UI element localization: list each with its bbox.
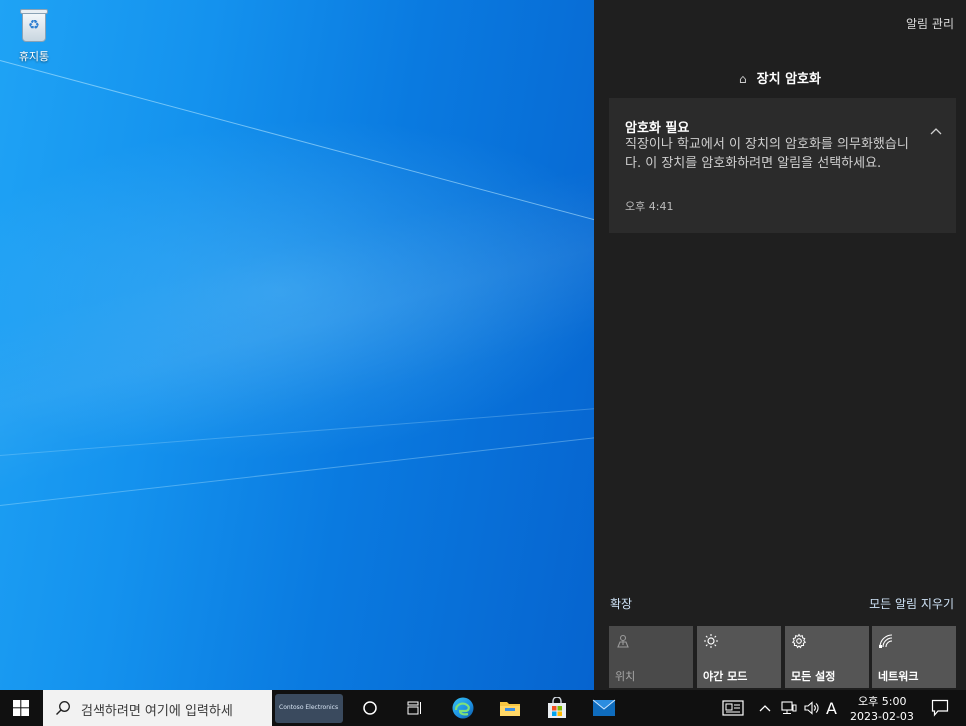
recycle-bin-icon: ♻ (17, 6, 51, 44)
quick-action-night-light[interactable]: 야간 모드 (697, 626, 781, 688)
notification-title: 암호화 필요 (625, 121, 690, 136)
volume-button[interactable] (799, 690, 825, 726)
edge-browser-icon (452, 697, 474, 719)
action-center-panel: 알림 관리 ⌂ 장치 암호화 암호화 필요 직장이나 학교에서 이 장치의 암호화… (594, 0, 966, 690)
settings-gear-icon (791, 633, 807, 649)
location-icon (617, 634, 629, 648)
news-and-interests-button[interactable] (713, 690, 753, 726)
wallpaper-glow (0, 95, 594, 485)
start-button[interactable] (0, 690, 42, 726)
desktop[interactable]: ♻ 휴지통 (0, 0, 594, 690)
desktop-icon-label: 휴지통 (18, 50, 50, 63)
quick-action-network[interactable]: 네트워크 (872, 626, 956, 688)
notification-speech-bubble-icon (931, 699, 949, 717)
taskbar-search-box[interactable]: 검색하려면 여기에 입력하세 (43, 690, 272, 726)
folder-icon (500, 702, 520, 716)
news-icon (722, 700, 744, 716)
taskbar: 검색하려면 여기에 입력하세 Contoso Electronics A 오후 … (0, 690, 966, 726)
cortana-circle-icon (363, 701, 377, 715)
clock-time[interactable]: 오후 5:00 (858, 693, 906, 709)
action-center-button[interactable] (920, 690, 966, 726)
app-thumb-label: Contoso Electronics (279, 704, 339, 711)
taskbar-app-file-explorer[interactable] (490, 690, 530, 726)
notification-time: 오후 4:41 (625, 200, 674, 213)
taskbar-pinned-app-contoso[interactable]: Contoso Electronics (275, 694, 343, 723)
taskbar-app-store[interactable] (537, 690, 577, 726)
network-icon (879, 634, 893, 648)
windows-logo-icon (13, 700, 29, 716)
search-placeholder: 검색하려면 여기에 입력하세 (81, 704, 233, 719)
task-view-icon (407, 701, 421, 715)
search-icon (56, 701, 70, 715)
clock-date[interactable]: 2023-02-03 (850, 710, 914, 723)
mail-envelope-icon (592, 699, 616, 716)
desktop-icon-recycle-bin[interactable]: ♻ 휴지통 (8, 6, 60, 64)
taskbar-app-edge[interactable] (443, 690, 483, 726)
show-hidden-icons-button[interactable] (752, 690, 778, 726)
store-bag-icon (548, 697, 566, 718)
device-encryption-icon: ⌂ (739, 72, 747, 86)
quick-action-label: 모든 설정 (791, 670, 836, 683)
notification-group-header: ⌂ 장치 암호화 (594, 68, 966, 87)
notification-card[interactable]: 암호화 필요 직장이나 학교에서 이 장치의 암호화를 의무화했습니다. 이 장… (609, 98, 956, 233)
chevron-up-icon (759, 705, 771, 712)
quick-action-label: 야간 모드 (703, 670, 748, 683)
task-view-button[interactable] (395, 690, 435, 726)
quick-action-all-settings[interactable]: 모든 설정 (785, 626, 869, 688)
taskbar-app-mail[interactable] (584, 690, 624, 726)
notification-body: 직장이나 학교에서 이 장치의 암호화를 의무화했습니다. 이 장치를 암호화하… (625, 137, 909, 171)
manage-notifications-link[interactable]: 알림 관리 (906, 15, 954, 32)
cortana-button[interactable] (350, 690, 390, 726)
quick-action-label: 네트워크 (878, 670, 919, 683)
quick-action-location[interactable]: 위치 (609, 626, 693, 688)
input-method-indicator[interactable]: A (826, 699, 837, 718)
chevron-up-icon[interactable] (930, 126, 942, 138)
quick-action-label: 위치 (615, 670, 636, 683)
night-light-icon (704, 634, 718, 648)
quick-actions: 위치 야간 모드 모든 설정 네트워크 (609, 626, 956, 688)
expand-link[interactable]: 확장 (610, 595, 632, 612)
clear-all-notifications-link[interactable]: 모든 알림 지우기 (869, 595, 954, 612)
notification-group-title: 장치 암호화 (756, 72, 821, 87)
wired-network-icon (781, 701, 797, 714)
speaker-volume-icon (804, 701, 819, 715)
